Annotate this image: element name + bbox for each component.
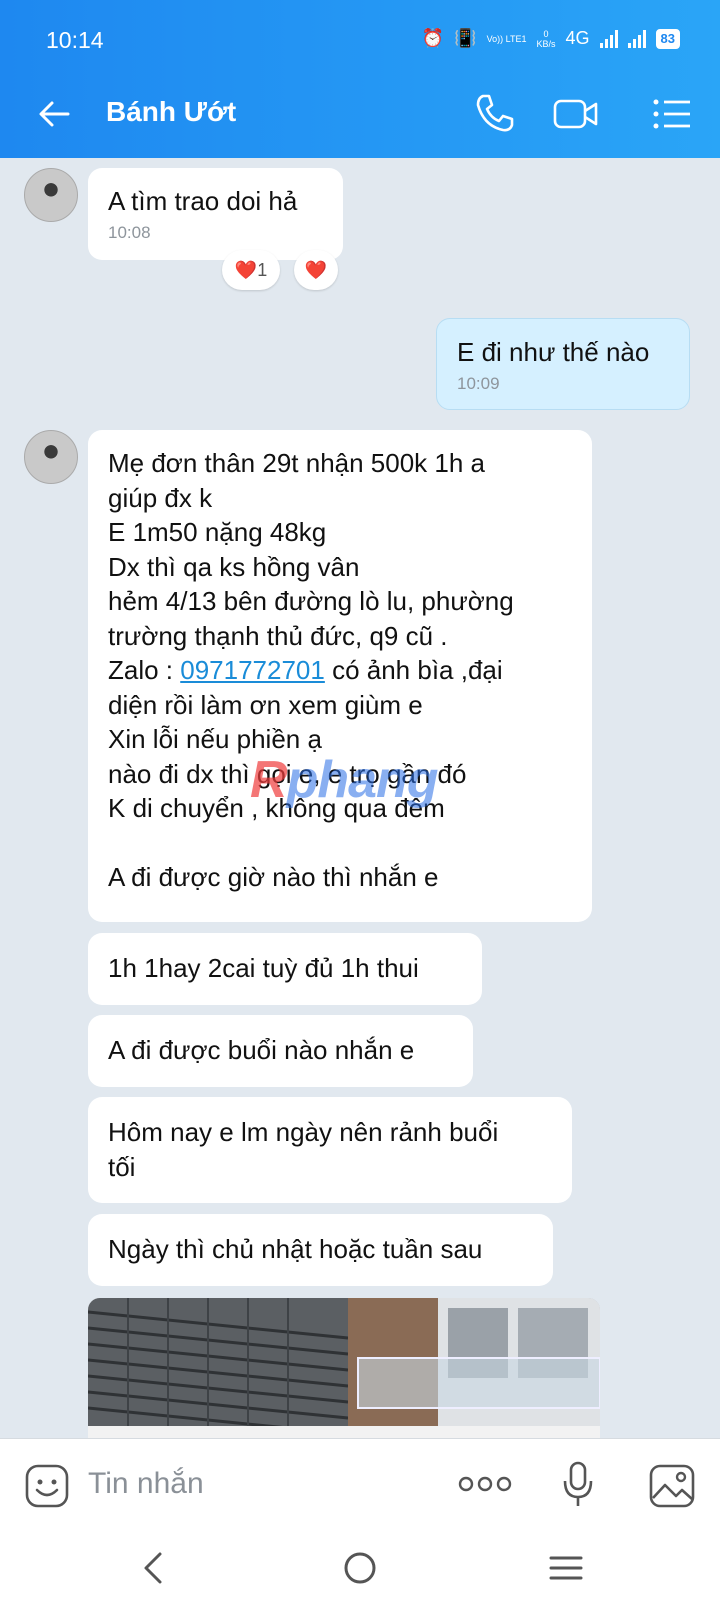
message-bubble-incoming[interactable]: A tìm trao doi hả 10:08 [88, 168, 343, 260]
message-line: Mẹ đơn thân 29t nhận 500k 1h a [108, 448, 485, 478]
status-icons: ⏰ 📳 Vo)) LTE1 0 KB/s 4G 83 [422, 28, 680, 49]
message-input[interactable]: Tin nhắn [88, 1467, 204, 1501]
status-bar: 10:14 ⏰ 📳 Vo)) LTE1 0 KB/s 4G 83 [0, 22, 720, 62]
watermark-logo: Rphang [250, 750, 439, 810]
volte-indicator: Vo)) LTE1 [486, 33, 527, 44]
heart-icon: ❤️ [234, 259, 258, 280]
battery-indicator: 83 [655, 28, 680, 49]
message-bubble-incoming[interactable]: 1h 1hay 2cai tuỳ đủ 1h thui [88, 933, 482, 1005]
video-call-icon[interactable] [552, 90, 600, 138]
message-line: Dx thì qa ks hồng vân [108, 551, 360, 582]
toolbar: Bánh Ướt [0, 80, 720, 146]
phone-call-icon[interactable] [470, 90, 518, 138]
watermark-rest: phang [286, 751, 439, 809]
menu-list-icon[interactable] [648, 90, 696, 138]
message-line: hẻm 4/13 bên đường lò lu, phường [108, 586, 514, 616]
message-line: diện rồi làm ơn xem giùm e [108, 689, 423, 720]
message-text: E đi như thế nào [457, 337, 650, 367]
microphone-icon[interactable] [562, 1461, 594, 1509]
message-line [108, 826, 572, 861]
message-text: A tìm trao doi hả [108, 186, 298, 216]
net-speed-value: 0 [543, 28, 549, 39]
net-speed-unit: KB/s [536, 38, 556, 49]
watermark-first: R [250, 751, 288, 809]
net-speed: 0 KB/s [537, 29, 556, 49]
alarm-icon: ⏰ [421, 28, 445, 48]
signal-icon [599, 29, 618, 48]
network-type: 4G [565, 28, 590, 48]
image-gallery-icon[interactable] [648, 1463, 696, 1509]
status-time: 10:14 [46, 27, 104, 53]
contact-avatar[interactable] [24, 430, 78, 484]
message-bubble-outgoing[interactable]: E đi như thế nào 10:09 [436, 318, 690, 410]
chat-header: 10:14 ⏰ 📳 Vo)) LTE1 0 KB/s 4G 83 Bánh Ướt [0, 0, 720, 158]
building-photo [88, 1298, 600, 1438]
react-button[interactable]: ❤️ [294, 250, 338, 290]
message-line: E 1m50 nặng 48kg [108, 517, 327, 547]
message-line: trường thạnh thủ đức, q9 cũ . [108, 620, 448, 651]
message-composer: Tin nhắn [0, 1438, 720, 1529]
message-line: A đi được giờ nào thì nhắn e [108, 862, 439, 892]
zalo-prefix: Zalo : [108, 655, 181, 685]
message-time: 10:08 [108, 222, 151, 242]
message-line: Zalo : 0971772701 có ảnh bìa ,đại [108, 653, 572, 688]
nav-home-icon[interactable] [342, 1550, 378, 1586]
reaction-count: 1 [257, 259, 268, 280]
message-text: 1h 1hay 2cai tuỳ đủ 1h thui [108, 953, 419, 983]
contact-name[interactable]: Bánh Ướt [106, 96, 236, 128]
heart-icon: ❤️ [304, 259, 328, 280]
message-bubble-incoming[interactable]: Mẹ đơn thân 29t nhận 500k 1h a giúp đx k… [88, 430, 592, 922]
message-bubble-incoming[interactable]: Hôm nay e lm ngày nên rảnh buổi tối [88, 1097, 572, 1203]
image-message[interactable] [88, 1298, 600, 1438]
message-bubble-incoming[interactable]: Ngày thì chủ nhật hoặc tuần sau [88, 1214, 553, 1286]
reaction-count-badge[interactable]: ❤️ 1 [222, 250, 280, 290]
message-text: Hôm nay e lm ngày nên rảnh buổi tối [108, 1117, 499, 1182]
phone-number-link[interactable]: 0971772701 [180, 655, 325, 685]
more-options-icon[interactable] [458, 1475, 512, 1493]
vibrate-icon: 📳 [454, 28, 477, 48]
message-bubble-incoming[interactable]: A đi được buổi nào nhắn e [88, 1015, 473, 1087]
back-arrow-icon[interactable] [34, 94, 74, 134]
message-text: A đi được buổi nào nhắn e [108, 1035, 415, 1065]
contact-avatar[interactable] [24, 168, 78, 222]
message-time: 10:09 [457, 373, 500, 393]
zalo-suffix: có ảnh bìa ,đại [324, 655, 503, 685]
message-line: giúp đx k [108, 482, 213, 513]
signal-icon-2 [627, 29, 646, 48]
nav-recents-icon[interactable] [548, 1552, 584, 1584]
nav-back-icon[interactable] [140, 1550, 166, 1586]
system-navigation-bar [0, 1528, 720, 1608]
sticker-emoji-icon[interactable] [24, 1463, 70, 1509]
message-text: Ngày thì chủ nhật hoặc tuần sau [108, 1234, 483, 1264]
